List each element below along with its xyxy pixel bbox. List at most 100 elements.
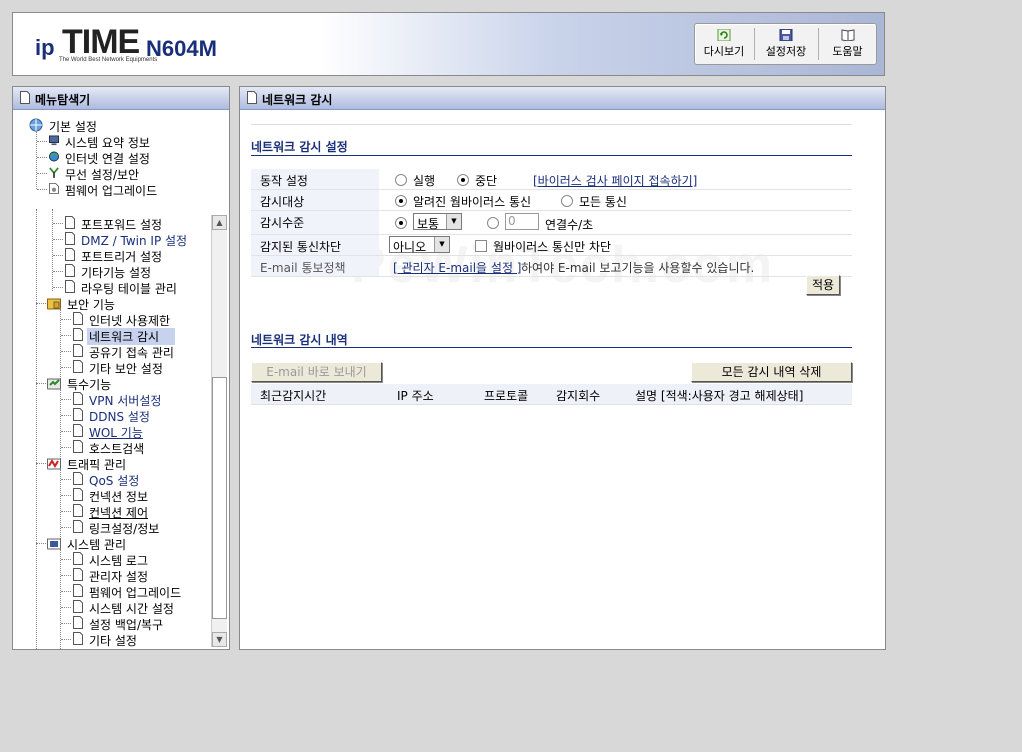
- radio-run-label: 실행: [413, 174, 436, 188]
- gear-document-icon: [49, 183, 59, 194]
- tree-line: [36, 463, 46, 464]
- scroll-thumb[interactable]: [212, 377, 227, 619]
- scroll-up-arrow-icon[interactable]: ▲: [212, 215, 227, 230]
- document-icon: [20, 91, 30, 104]
- sidebar-item-label: 설정 백업/복구: [89, 618, 164, 632]
- tree-line: [37, 189, 47, 190]
- sidebar-item-label: 호스트검색: [89, 442, 145, 456]
- tree-scrollbar[interactable]: ▲ ▼: [211, 215, 227, 647]
- block-select[interactable]: 아니오 ▼: [389, 236, 450, 254]
- tree-line: [61, 495, 71, 496]
- book-icon: [841, 29, 854, 41]
- connections-unit-label: 연결수/초: [545, 218, 594, 232]
- column-header-count: 감지회수: [556, 389, 601, 403]
- document-icon: [73, 360, 83, 373]
- logo-ip: ip: [35, 35, 55, 60]
- level-select[interactable]: 보통 ▼: [413, 213, 462, 231]
- tree-folder-label: 보안 기능: [67, 298, 115, 312]
- sidebar-item-label: 무선 설정/보안: [65, 168, 140, 182]
- tree-line: [61, 335, 71, 336]
- column-header-last-detected: 최근감지시간: [260, 389, 327, 403]
- form-row-level: 감시수준 보통 ▼ 0 연결수/초: [251, 211, 852, 235]
- sidebar-item-label: 링크설정/정보: [89, 522, 160, 536]
- chevron-down-icon: ▼: [446, 214, 461, 229]
- tree-line: [53, 223, 63, 224]
- save-settings-label: 설정저장: [765, 45, 807, 58]
- virus-check-link[interactable]: [바이러스 검사 페이지 접속하기]: [533, 172, 697, 189]
- tree-line: [61, 623, 71, 624]
- document-icon: [73, 616, 83, 629]
- wireless-icon: [49, 167, 59, 178]
- refresh-button[interactable]: 다시보기: [695, 24, 753, 64]
- tree-line: [36, 303, 46, 304]
- radio-known-worm[interactable]: [395, 195, 407, 207]
- target-label: 감시대상: [260, 195, 305, 209]
- column-header-ip: IP 주소: [397, 389, 434, 403]
- radio-stop[interactable]: [457, 174, 469, 186]
- tree-line: [37, 141, 47, 142]
- tree-line: [61, 479, 71, 480]
- form-row-email: E-mail 통보정책 [ 관리자 E-mail을 설정 ] 하여야 E-mai…: [251, 256, 852, 277]
- globe-icon: [49, 151, 59, 162]
- sidebar-item-label: 인터넷 연결 설정: [65, 152, 150, 166]
- document-icon: [73, 504, 83, 517]
- document-icon: [65, 232, 75, 245]
- settings-heading-underline: [251, 155, 852, 156]
- special-folder-icon: [47, 378, 61, 390]
- content-header: 네트워크 감시: [240, 87, 885, 110]
- tree-line: [53, 239, 63, 240]
- sidebar-item-label: 관리자 설정: [89, 570, 149, 584]
- sidebar-item-label: 라우팅 테이블 관리: [81, 282, 177, 296]
- document-icon: [73, 408, 83, 421]
- document-icon: [73, 312, 83, 325]
- tree-line: [61, 511, 71, 512]
- scroll-down-arrow-icon[interactable]: ▼: [212, 632, 227, 647]
- document-icon: [73, 552, 83, 565]
- tree-line: [60, 549, 61, 649]
- tree-folder-label: 시스템 관리: [67, 538, 127, 552]
- radio-all-traffic[interactable]: [561, 195, 573, 207]
- sidebar-item-label: 포트트리거 설정: [81, 250, 163, 264]
- divider: [251, 124, 852, 125]
- email-policy-label: E-mail 통보정책: [260, 261, 346, 275]
- tree-line: [52, 209, 53, 291]
- tree-line: [61, 367, 71, 368]
- radio-known-worm-label: 알려진 웜바이러스 통신: [413, 195, 532, 209]
- delete-all-logs-button[interactable]: 모든 감시 내역 삭제: [691, 362, 852, 382]
- apply-button[interactable]: 적용: [806, 275, 840, 295]
- document-icon: [65, 248, 75, 261]
- connections-per-second-input[interactable]: 0: [505, 213, 539, 230]
- sidebar-item-label: 인터넷 사용제한: [89, 314, 171, 328]
- send-email-now-button[interactable]: E-mail 바로 보내기: [251, 362, 382, 382]
- admin-email-link[interactable]: [ 관리자 E-mail을 설정 ]: [393, 259, 522, 276]
- tree-line: [53, 255, 63, 256]
- block-label: 감지된 통신차단: [260, 240, 342, 254]
- model-name: N604M: [146, 36, 217, 61]
- email-policy-note: 하여야 E-mail 보고기능을 사용할수 있습니다.: [521, 261, 755, 275]
- worm-only-checkbox-label: 웜바이러스 통신만 차단: [493, 240, 612, 254]
- sidebar-item-label: WOL 기능: [89, 426, 143, 440]
- help-button[interactable]: 도움말: [819, 24, 876, 64]
- sidebar-item-label: DDNS 설정: [89, 410, 150, 424]
- save-settings-button[interactable]: 설정저장: [755, 24, 817, 64]
- sidebar-item-label: 기타기능 설정: [81, 266, 152, 280]
- system-folder-icon: [47, 538, 61, 550]
- document-icon: [73, 344, 83, 357]
- worm-only-checkbox[interactable]: [475, 240, 487, 252]
- tree-line: [61, 559, 71, 560]
- tree-line: [61, 607, 71, 608]
- sidebar-item-label: 컨넥션 정보: [89, 490, 149, 504]
- column-header-protocol: 프로토콜: [484, 389, 529, 403]
- tree-folder-label: 기본 설정: [49, 120, 97, 134]
- form-row-operation: 동작 설정 실행 중단 [바이러스 검사 페이지 접속하기]: [251, 169, 852, 190]
- radio-run[interactable]: [395, 174, 407, 186]
- block-select-value: 아니오: [393, 240, 427, 254]
- operation-label: 동작 설정: [260, 174, 308, 188]
- radio-level-preset[interactable]: [395, 217, 407, 229]
- sidebar-item-label: 공유기 접속 관리: [89, 346, 174, 360]
- tree-line: [61, 575, 71, 576]
- radio-level-custom[interactable]: [487, 217, 499, 229]
- tree-line: [61, 591, 71, 592]
- document-icon: [73, 632, 83, 645]
- document-icon: [73, 392, 83, 405]
